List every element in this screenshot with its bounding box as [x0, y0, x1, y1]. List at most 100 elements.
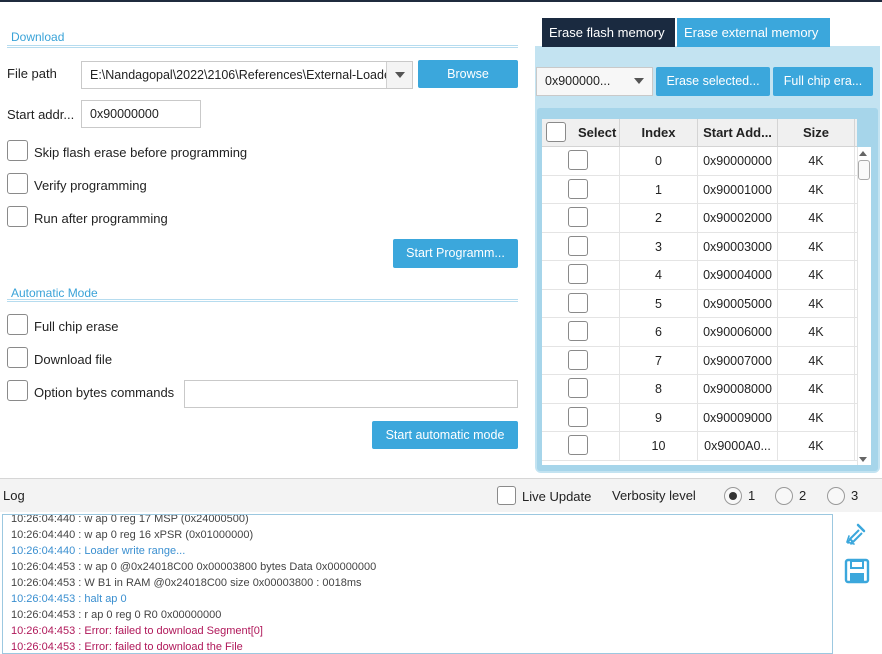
- broom-clear-icon[interactable]: [844, 522, 868, 546]
- row-select-checkbox[interactable]: [568, 435, 588, 455]
- verbosity-radio-3-label: 3: [851, 488, 859, 503]
- start-programming-button[interactable]: Start Programm...: [393, 239, 518, 268]
- row-index: 9: [620, 403, 698, 432]
- row-start-address: 0x90005000: [698, 289, 778, 318]
- row-select-checkbox[interactable]: [568, 349, 588, 370]
- address-select-dropdown-button[interactable]: [626, 68, 652, 94]
- select-all-checkbox[interactable]: [546, 122, 566, 142]
- row-select-cell: [542, 232, 620, 261]
- verify-checkbox[interactable]: [7, 173, 28, 194]
- row-index: 5: [620, 289, 698, 318]
- start-address-input[interactable]: 0x90000000: [81, 100, 201, 128]
- row-size: 4K: [778, 147, 855, 175]
- row-index: 6: [620, 318, 698, 346]
- row-size: 4K: [778, 261, 855, 289]
- download-file-label: Download file: [34, 352, 113, 367]
- row-index: 3: [620, 232, 698, 261]
- row-select-checkbox[interactable]: [568, 264, 588, 284]
- row-index: 1: [620, 175, 698, 204]
- row-size: 4K: [778, 375, 855, 403]
- file-path-combo[interactable]: E:\Nandagopal\2022\2106\References\Exter…: [81, 61, 413, 89]
- download-file-checkbox[interactable]: [7, 347, 28, 368]
- tab-erase-flash-memory[interactable]: Erase flash memory: [542, 18, 675, 47]
- table-row[interactable]: 9 0x90009000 4K: [542, 403, 857, 432]
- tab-erase-external-memory[interactable]: Erase external memory: [677, 18, 830, 47]
- full-chip-erase-label: Full chip erase: [34, 319, 119, 334]
- table-row[interactable]: 5 0x90005000 4K: [542, 289, 857, 318]
- row-size: 4K: [778, 403, 855, 432]
- address-select[interactable]: 0x900000...: [536, 67, 653, 96]
- automatic-section-divider: [7, 299, 518, 302]
- sector-table-scrollbar[interactable]: [857, 147, 871, 465]
- full-chip-erase-checkbox[interactable]: [7, 314, 28, 335]
- verbosity-radio-1-label: 1: [748, 488, 756, 503]
- table-row[interactable]: 8 0x90008000 4K: [542, 375, 857, 404]
- verbosity-radio-2[interactable]: [775, 487, 793, 505]
- column-header-start-address[interactable]: Start Add...: [698, 119, 778, 147]
- file-path-dropdown-button[interactable]: [386, 62, 412, 88]
- scroll-up-icon[interactable]: [859, 151, 867, 156]
- download-section-divider: [7, 45, 518, 48]
- row-index: 8: [620, 375, 698, 403]
- table-row[interactable]: 3 0x90003000 4K: [542, 232, 857, 261]
- row-select-cell: [542, 261, 620, 289]
- verbosity-radio-1[interactable]: [724, 487, 742, 505]
- log-title: Log: [3, 488, 25, 503]
- download-section-title: Download: [11, 30, 65, 44]
- live-update-checkbox[interactable]: [497, 486, 516, 505]
- run-after-checkbox[interactable]: [7, 206, 28, 227]
- erase-selected-button[interactable]: Erase selected...: [656, 67, 770, 96]
- log-line: 10:26:04:453 : Error: failed to download…: [11, 641, 243, 653]
- row-select-checkbox[interactable]: [568, 207, 588, 227]
- row-size: 4K: [778, 232, 855, 261]
- row-index: 4: [620, 261, 698, 289]
- row-select-checkbox[interactable]: [568, 292, 588, 313]
- table-row[interactable]: 6 0x90006000 4K: [542, 318, 857, 347]
- sector-table-scroll-thumb[interactable]: [858, 160, 870, 180]
- row-index: 0: [620, 147, 698, 175]
- row-start-address: 0x9000A0...: [698, 432, 778, 460]
- row-select-cell: [542, 432, 620, 460]
- table-row[interactable]: 7 0x90007000 4K: [542, 346, 857, 375]
- log-output[interactable]: 10:26:04:440 : w ap 0 reg 17 MSP (0x2400…: [2, 514, 833, 654]
- row-select-checkbox[interactable]: [568, 321, 588, 341]
- scroll-down-icon[interactable]: [859, 457, 867, 462]
- row-size: 4K: [778, 289, 855, 318]
- browse-button[interactable]: Browse: [418, 60, 518, 88]
- floppy-save-icon[interactable]: [844, 558, 870, 584]
- row-select-checkbox[interactable]: [568, 150, 588, 170]
- row-size: 4K: [778, 432, 855, 460]
- table-row[interactable]: 1 0x90001000 4K: [542, 175, 857, 204]
- column-header-size[interactable]: Size: [778, 119, 855, 147]
- row-select-checkbox[interactable]: [568, 406, 588, 427]
- start-automatic-mode-button[interactable]: Start automatic mode: [372, 421, 518, 449]
- row-size: 4K: [778, 346, 855, 375]
- column-header-index[interactable]: Index: [620, 119, 698, 147]
- full-chip-erase-button[interactable]: Full chip era...: [773, 67, 873, 96]
- row-size: 4K: [778, 175, 855, 204]
- file-path-label: File path: [7, 66, 57, 81]
- row-index: 7: [620, 346, 698, 375]
- log-line: 10:26:04:440 : Loader write range...: [11, 545, 186, 557]
- row-select-cell: [542, 289, 620, 318]
- log-line: 10:26:04:440 : w ap 0 reg 17 MSP (0x2400…: [11, 514, 249, 525]
- skip-erase-checkbox[interactable]: [7, 140, 28, 161]
- log-actions: [836, 514, 882, 654]
- automatic-section-title: Automatic Mode: [11, 286, 98, 300]
- table-row[interactable]: 4 0x90004000 4K: [542, 261, 857, 290]
- row-select-cell: [542, 403, 620, 432]
- option-bytes-checkbox[interactable]: [7, 380, 28, 401]
- table-row[interactable]: 0 0x90000000 4K: [542, 147, 857, 176]
- row-select-cell: [542, 147, 620, 175]
- column-header-select[interactable]: Select: [542, 119, 620, 147]
- table-row[interactable]: 10 0x9000A0... 4K: [542, 432, 857, 461]
- row-select-checkbox[interactable]: [568, 378, 588, 398]
- option-bytes-input[interactable]: [184, 380, 518, 408]
- row-start-address: 0x90002000: [698, 204, 778, 232]
- row-select-checkbox[interactable]: [568, 235, 588, 256]
- row-start-address: 0x90006000: [698, 318, 778, 346]
- row-start-address: 0x90008000: [698, 375, 778, 403]
- table-row[interactable]: 2 0x90002000 4K: [542, 204, 857, 233]
- verbosity-radio-3[interactable]: [827, 487, 845, 505]
- row-select-checkbox[interactable]: [568, 178, 588, 199]
